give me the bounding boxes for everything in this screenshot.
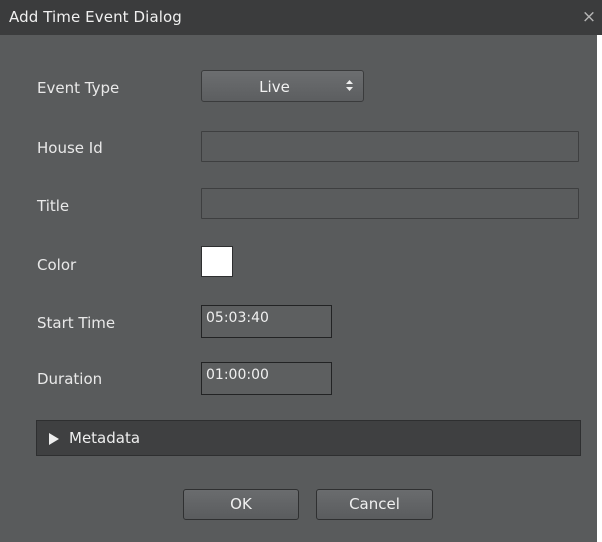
select-arrows-icon — [346, 80, 353, 91]
metadata-label: Metadata — [69, 429, 141, 447]
color-label: Color — [37, 256, 77, 274]
start-time-label: Start Time — [37, 314, 116, 332]
cancel-button[interactable]: Cancel — [316, 489, 433, 520]
dialog-titlebar: Add Time Event Dialog × — [0, 0, 602, 35]
metadata-expander[interactable]: Metadata — [36, 420, 581, 456]
color-swatch[interactable] — [201, 246, 233, 277]
start-time-input[interactable]: 05:03:40 — [201, 305, 332, 338]
duration-label: Duration — [37, 370, 103, 388]
title-label: Title — [37, 197, 70, 215]
title-input[interactable] — [201, 188, 579, 219]
window-edge — [597, 35, 602, 542]
duration-input[interactable]: 01:00:00 — [201, 362, 332, 395]
event-type-value: Live — [259, 78, 290, 96]
ok-button[interactable]: OK — [183, 489, 299, 520]
house-id-label: House Id — [37, 139, 103, 157]
event-type-label: Event Type — [37, 79, 120, 97]
dialog-title: Add Time Event Dialog — [9, 8, 182, 26]
add-time-event-dialog: Add Time Event Dialog × Event Type Live … — [0, 0, 602, 542]
expand-arrow-icon — [49, 433, 59, 445]
house-id-input[interactable] — [201, 131, 579, 162]
event-type-select[interactable]: Live — [201, 70, 364, 102]
close-button[interactable]: × — [576, 0, 602, 35]
